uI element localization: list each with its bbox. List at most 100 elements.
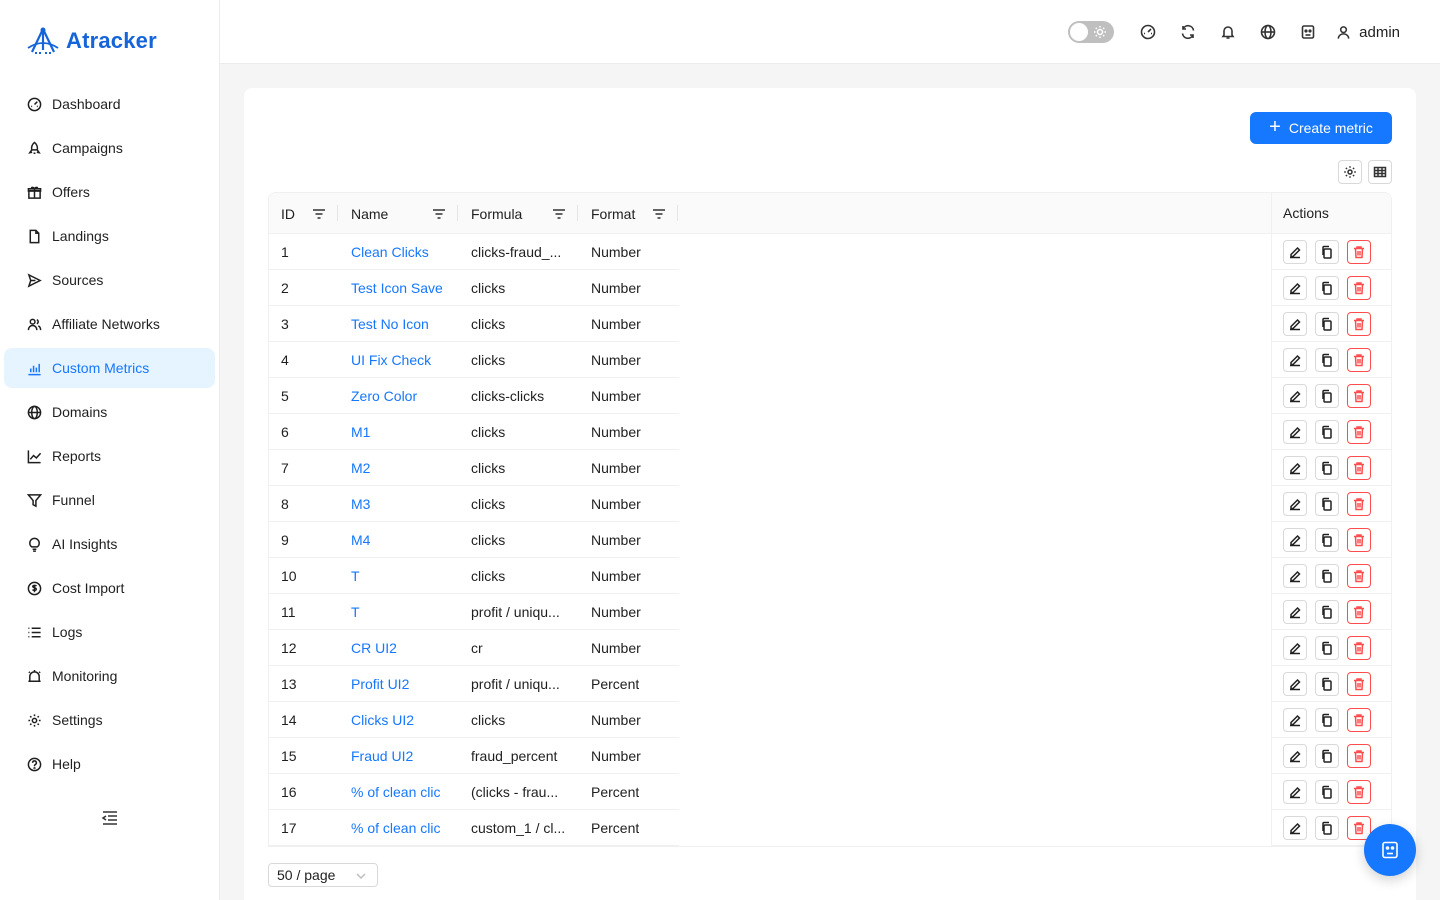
edit-button[interactable] — [1283, 275, 1307, 300]
sidebar-item-custom-metrics[interactable]: Custom Metrics — [4, 348, 215, 388]
sidebar-item-cost-import[interactable]: Cost Import — [4, 568, 215, 608]
robot-icon[interactable] — [1288, 20, 1328, 44]
copy-button[interactable] — [1315, 383, 1339, 408]
copy-button[interactable] — [1315, 419, 1339, 444]
metric-name-link[interactable]: Zero Color — [351, 378, 461, 414]
bell-icon[interactable] — [1208, 20, 1248, 44]
sidebar-item-domains[interactable]: Domains — [4, 392, 215, 432]
delete-button[interactable] — [1347, 455, 1371, 480]
app-logo[interactable]: Atracker — [26, 26, 157, 56]
refresh-icon[interactable] — [1168, 20, 1208, 44]
sidebar-item-affiliate-networks[interactable]: Affiliate Networks — [4, 304, 215, 344]
edit-button[interactable] — [1283, 239, 1307, 264]
sidebar-item-help[interactable]: Help — [4, 744, 215, 784]
delete-button[interactable] — [1347, 383, 1371, 408]
copy-button[interactable] — [1315, 527, 1339, 552]
metric-name-link[interactable]: CR UI2 — [351, 630, 461, 666]
edit-button[interactable] — [1283, 383, 1307, 408]
copy-button[interactable] — [1315, 491, 1339, 516]
collapse-sidebar-icon[interactable] — [101, 810, 119, 826]
metric-name-link[interactable]: % of clean clic — [351, 774, 461, 810]
delete-button[interactable] — [1347, 527, 1371, 552]
filter-id-icon[interactable] — [312, 207, 326, 219]
metric-name-link[interactable]: T — [351, 558, 461, 594]
edit-button[interactable] — [1283, 779, 1307, 804]
copy-button[interactable] — [1315, 239, 1339, 264]
delete-button[interactable] — [1347, 635, 1371, 660]
metric-name-link[interactable]: Clean Clicks — [351, 234, 461, 270]
delete-button[interactable] — [1347, 275, 1371, 300]
metric-name-link[interactable]: M1 — [351, 414, 461, 450]
filter-format-icon[interactable] — [652, 207, 666, 219]
metric-name-link[interactable]: Test No Icon — [351, 306, 461, 342]
delete-button[interactable] — [1347, 347, 1371, 372]
delete-button[interactable] — [1347, 311, 1371, 336]
table-density-button[interactable] — [1368, 160, 1392, 184]
metric-name-link[interactable]: Clicks UI2 — [351, 702, 461, 738]
filter-formula-icon[interactable] — [552, 207, 566, 219]
delete-button[interactable] — [1347, 599, 1371, 624]
edit-button[interactable] — [1283, 527, 1307, 552]
sidebar-item-reports[interactable]: Reports — [4, 436, 215, 476]
delete-button[interactable] — [1347, 743, 1371, 768]
edit-button[interactable] — [1283, 743, 1307, 768]
copy-button[interactable] — [1315, 815, 1339, 840]
edit-button[interactable] — [1283, 707, 1307, 732]
delete-button[interactable] — [1347, 671, 1371, 696]
speed-icon[interactable] — [1128, 20, 1168, 44]
edit-button[interactable] — [1283, 455, 1307, 480]
edit-button[interactable] — [1283, 671, 1307, 696]
delete-button[interactable] — [1347, 239, 1371, 264]
metric-name-link[interactable]: % of clean clic — [351, 810, 461, 846]
sidebar-item-funnel[interactable]: Funnel — [4, 480, 215, 520]
assistant-float-button[interactable] — [1364, 824, 1416, 876]
filter-name-icon[interactable] — [432, 207, 446, 219]
edit-button[interactable] — [1283, 491, 1307, 516]
sidebar-item-sources[interactable]: Sources — [4, 260, 215, 300]
copy-button[interactable] — [1315, 707, 1339, 732]
sidebar-item-campaigns[interactable]: Campaigns — [4, 128, 215, 168]
sidebar-item-ai-insights[interactable]: AI Insights — [4, 524, 215, 564]
metric-name-link[interactable]: UI Fix Check — [351, 342, 461, 378]
metric-name-link[interactable]: M4 — [351, 522, 461, 558]
copy-button[interactable] — [1315, 275, 1339, 300]
delete-button[interactable] — [1347, 707, 1371, 732]
column-settings-button[interactable] — [1338, 160, 1362, 184]
delete-button[interactable] — [1347, 563, 1371, 588]
metric-name-link[interactable]: Test Icon Save — [351, 270, 461, 306]
edit-button[interactable] — [1283, 599, 1307, 624]
copy-button[interactable] — [1315, 311, 1339, 336]
edit-button[interactable] — [1283, 563, 1307, 588]
metric-name-link[interactable]: T — [351, 594, 461, 630]
edit-button[interactable] — [1283, 815, 1307, 840]
sidebar-item-monitoring[interactable]: Monitoring — [4, 656, 215, 696]
delete-button[interactable] — [1347, 419, 1371, 444]
globe-icon[interactable] — [1248, 20, 1288, 44]
metric-name-link[interactable]: M2 — [351, 450, 461, 486]
copy-button[interactable] — [1315, 599, 1339, 624]
create-metric-button[interactable]: + Create metric — [1250, 112, 1392, 144]
copy-button[interactable] — [1315, 347, 1339, 372]
copy-button[interactable] — [1315, 671, 1339, 696]
metric-name-link[interactable]: M3 — [351, 486, 461, 522]
sidebar-item-offers[interactable]: Offers — [4, 172, 215, 212]
edit-button[interactable] — [1283, 311, 1307, 336]
sidebar-item-logs[interactable]: Logs — [4, 612, 215, 652]
copy-button[interactable] — [1315, 635, 1339, 660]
metric-name-link[interactable]: Fraud UI2 — [351, 738, 461, 774]
delete-button[interactable] — [1347, 491, 1371, 516]
copy-button[interactable] — [1315, 455, 1339, 480]
sidebar-item-dashboard[interactable]: Dashboard — [4, 84, 215, 124]
edit-button[interactable] — [1283, 635, 1307, 660]
user-menu[interactable]: admin — [1336, 24, 1400, 41]
edit-button[interactable] — [1283, 347, 1307, 372]
delete-button[interactable] — [1347, 779, 1371, 804]
theme-toggle[interactable] — [1068, 21, 1115, 43]
sidebar-item-landings[interactable]: Landings — [4, 216, 215, 256]
sidebar-item-settings[interactable]: Settings — [4, 700, 215, 740]
copy-button[interactable] — [1315, 563, 1339, 588]
metric-name-link[interactable]: Profit UI2 — [351, 666, 461, 702]
edit-button[interactable] — [1283, 419, 1307, 444]
copy-button[interactable] — [1315, 779, 1339, 804]
copy-button[interactable] — [1315, 743, 1339, 768]
